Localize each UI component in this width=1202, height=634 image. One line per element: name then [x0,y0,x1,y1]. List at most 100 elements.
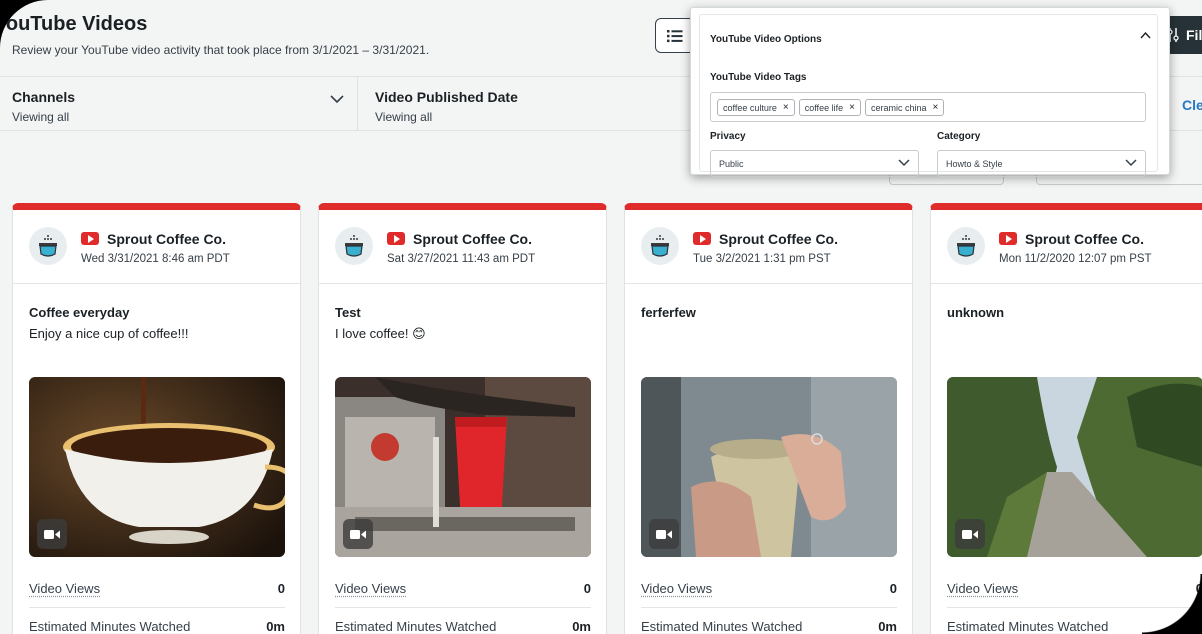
tag-chip-label: coffee culture [723,102,777,113]
metric-label[interactable]: Video Views [947,581,1018,596]
card-header: Sprout Coffee Co. Wed 3/31/2021 8:46 am … [13,210,300,284]
tags-input[interactable]: coffee culture × coffee life × ceramic chi… [710,92,1146,122]
post-date: Tue 3/2/2021 1:31 pm PST [693,253,831,265]
metric-label[interactable]: Video Views [641,581,712,596]
minutes-watched-metric: Estimated Minutes Watched 0m [335,619,591,634]
metric-value: 0 [889,581,897,596]
channels-filter[interactable]: Channels Viewing all [0,77,358,130]
metric-label[interactable]: Estimated Minutes Watched [641,619,802,634]
coffee-cup-logo-icon [957,235,975,257]
channels-filter-value: Viewing all [12,110,70,124]
metric-value: 0 [583,581,591,596]
metric-value: 0m [572,619,591,634]
chevron-down-icon [898,159,910,167]
list-view-button[interactable] [655,18,695,53]
tags-label: YouTube Video Tags [710,72,807,83]
page-subtitle: Review your YouTube video activity that … [12,43,430,57]
minutes-watched-metric: Estimated Minutes Watched 0m [641,619,897,634]
video-thumbnail[interactable] [335,377,591,557]
hands-mug-image [641,377,897,557]
chevron-up-icon[interactable] [1140,32,1151,39]
metric-label[interactable]: Estimated Minutes Watched [29,619,190,634]
video-title: Coffee everyday [29,305,130,320]
card-header: Sprout Coffee Co. Sat 3/27/2021 11:43 am… [319,210,606,284]
channels-filter-label: Channels [12,89,76,105]
video-card[interactable]: Sprout Coffee Co. Tue 3/2/2021 1:31 pm P… [624,203,913,634]
post-date: Wed 3/31/2021 8:46 am PDT [81,253,230,265]
video-views-metric: Video Views 0 [335,581,591,596]
published-date-filter-label: Video Published Date [375,89,518,105]
video-thumbnail[interactable] [641,377,897,557]
coffee-cup-image [29,377,285,557]
account-name[interactable]: Sprout Coffee Co. [107,231,226,247]
avatar [947,227,985,265]
chevron-down-icon [1125,159,1137,167]
video-title: Test [335,305,361,320]
page-title: YouTube Videos [0,13,148,35]
youtube-video-options-panel: YouTube Video Options YouTube Video Tags… [690,7,1170,177]
post-date: Mon 11/2/2020 12:07 pm PST [999,253,1152,265]
forest-road-image [947,377,1202,557]
metric-label[interactable]: Video Views [29,581,100,596]
category-select-value: Howto & Style [946,158,1003,169]
video-views-metric: Video Views 0 [29,581,285,596]
tag-chip: coffee culture × [717,99,795,116]
options-panel-title: YouTube Video Options [710,34,822,45]
published-date-filter[interactable]: Video Published Date Viewing all [359,77,689,130]
video-thumbnail[interactable] [29,377,285,557]
video-views-metric: Video Views 0 [641,581,897,596]
video-title: unknown [947,305,1005,320]
account-name[interactable]: Sprout Coffee Co. [719,231,838,247]
metric-label[interactable]: Estimated Minutes Watched [335,619,496,634]
video-card[interactable]: Sprout Coffee Co. Sat 3/27/2021 11:43 am… [318,203,607,634]
account-name[interactable]: Sprout Coffee Co. [1025,231,1144,247]
video-camera-icon [955,519,985,549]
published-date-filter-value: Viewing all [375,110,433,124]
video-card[interactable]: Sprout Coffee Co. Mon 11/2/2020 12:07 pm… [930,203,1202,634]
remove-tag-icon[interactable]: × [849,102,855,113]
filters-button-label: Fil [1186,27,1202,43]
video-camera-icon [37,519,67,549]
metric-value: 0m [266,619,285,634]
card-header: Sprout Coffee Co. Mon 11/2/2020 12:07 pm… [931,210,1202,284]
coffee-cup-logo-icon [651,235,669,257]
clear-filters-link[interactable]: Cle [1182,97,1202,113]
post-date: Sat 3/27/2021 11:43 am PDT [387,253,536,265]
remove-tag-icon[interactable]: × [932,102,938,113]
espresso-machine-image [335,377,591,557]
category-label: Category [937,131,981,142]
account-name[interactable]: Sprout Coffee Co. [413,231,532,247]
tag-chip-label: ceramic china [870,102,927,113]
video-camera-icon [343,519,373,549]
category-select[interactable]: Howto & Style [937,150,1146,177]
video-title: ferferfew [641,305,696,320]
youtube-videos-page: YouTube Videos Review your YouTube video… [0,0,1202,634]
divider [29,607,285,608]
coffee-cup-logo-icon [39,235,57,257]
coffee-cup-logo-icon [345,235,363,257]
youtube-icon [387,232,405,245]
metric-label[interactable]: Estimated Minutes Watched [947,619,1108,634]
card-header: Sprout Coffee Co. Tue 3/2/2021 1:31 pm P… [625,210,912,284]
metric-label[interactable]: Video Views [335,581,406,596]
minutes-watched-metric: Estimated Minutes Watched 0m [29,619,285,634]
video-thumbnail[interactable] [947,377,1202,557]
remove-tag-icon[interactable]: × [783,102,789,113]
tag-chip-label: coffee life [804,102,844,113]
video-description: I love coffee! 😊 [335,326,426,341]
privacy-select[interactable]: Public [710,150,919,177]
video-camera-icon [649,519,679,549]
video-card[interactable]: Sprout Coffee Co. Wed 3/31/2021 8:46 am … [12,203,301,634]
avatar [335,227,373,265]
list-icon [667,29,683,42]
divider [641,607,897,608]
avatar [29,227,67,265]
youtube-icon [693,232,711,245]
youtube-icon [999,232,1017,245]
tag-chip: ceramic china × [864,99,945,116]
avatar [641,227,679,265]
privacy-select-value: Public [719,158,744,169]
metric-value: 0 [277,581,285,596]
options-panel-body: YouTube Video Options YouTube Video Tags… [699,14,1158,177]
tag-chip: coffee life × [798,99,861,116]
